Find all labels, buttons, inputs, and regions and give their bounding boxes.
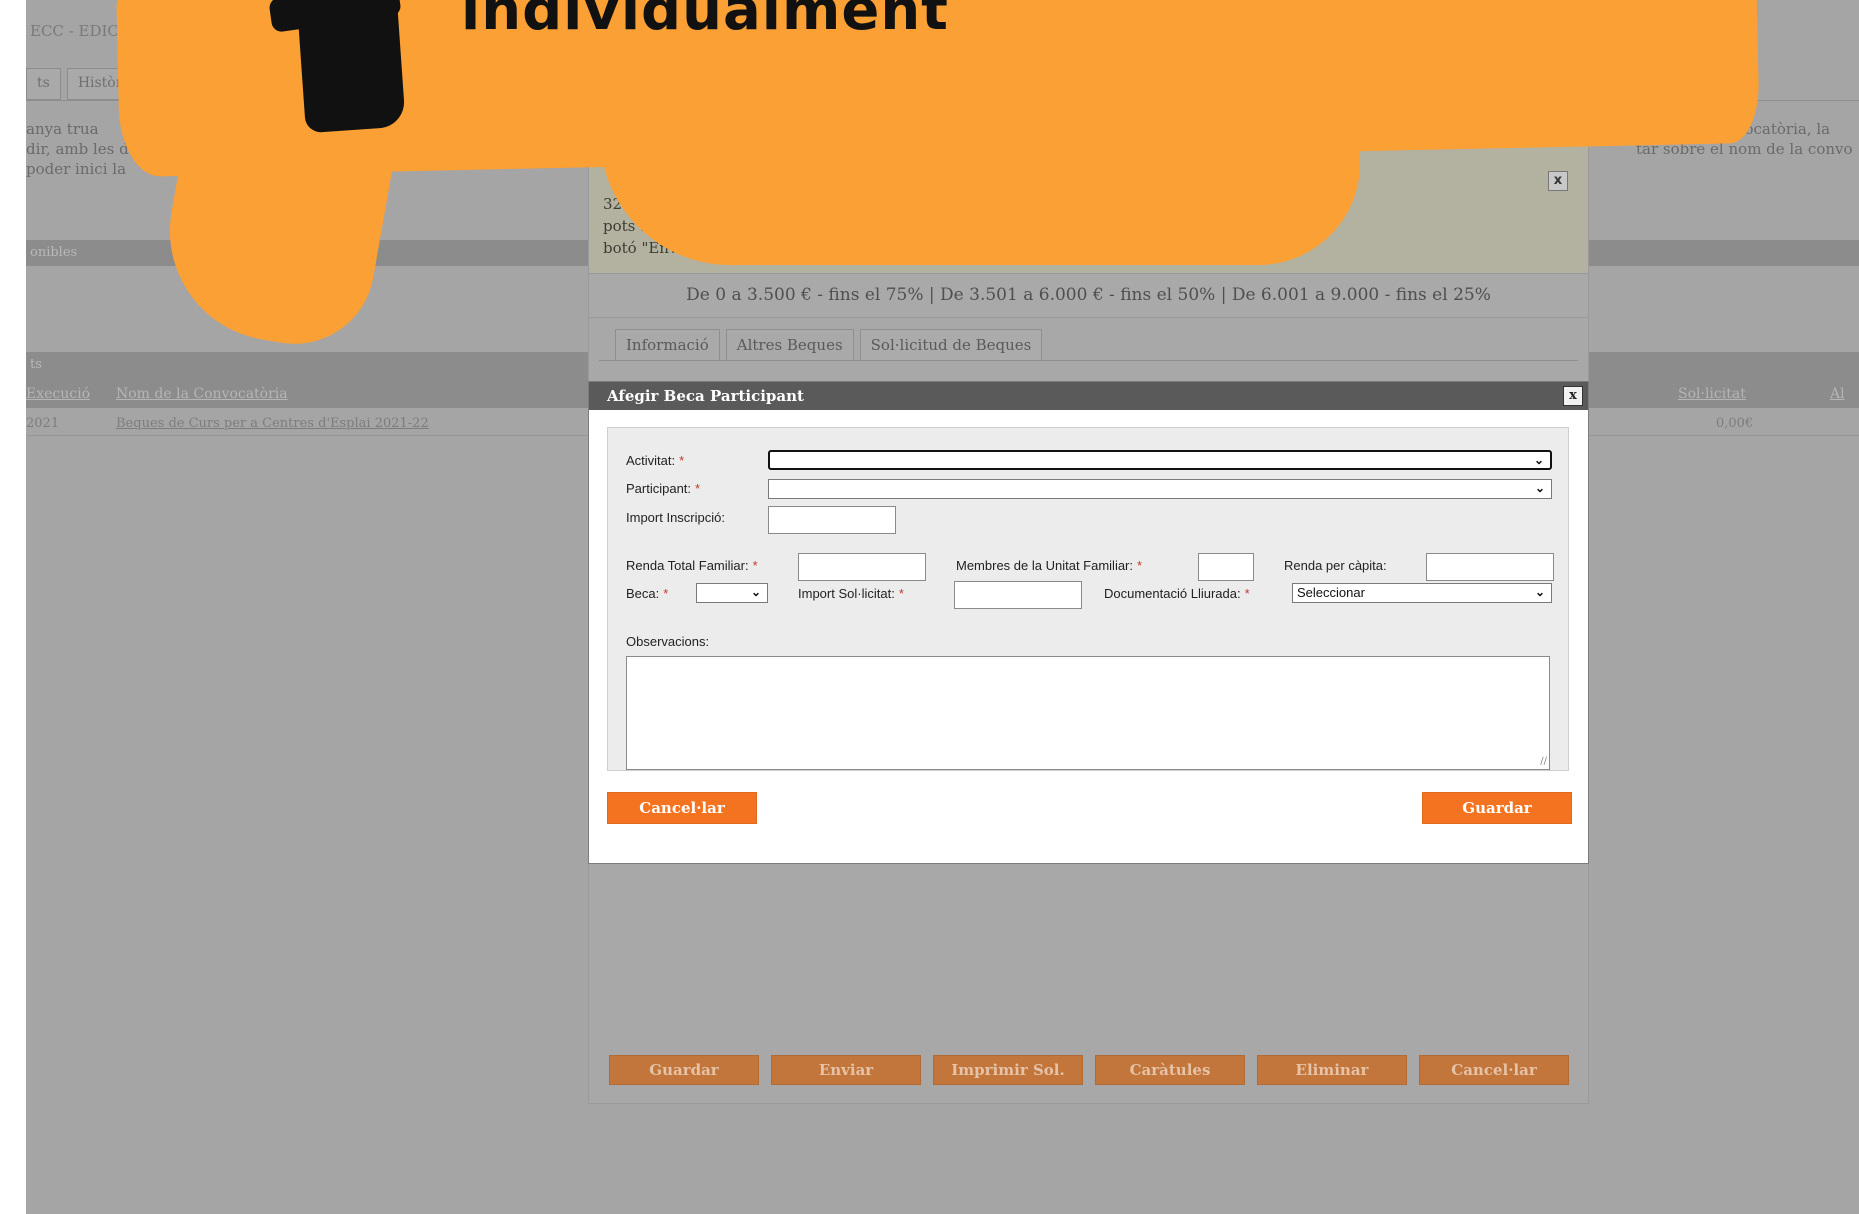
guardar-button[interactable]: Guardar bbox=[609, 1055, 759, 1085]
documentacio-label: Documentació Lliurada: * bbox=[1104, 586, 1250, 601]
outer-close-icon[interactable]: x bbox=[1548, 171, 1568, 191]
outer-cancel-button[interactable]: Cancel·lar bbox=[1419, 1055, 1569, 1085]
participant-select[interactable]: ⌄ bbox=[768, 479, 1552, 499]
import-inscripcio-input[interactable] bbox=[768, 506, 896, 534]
banner-heading: individualment bbox=[461, 0, 949, 43]
caratules-button[interactable]: Caràtules bbox=[1095, 1055, 1245, 1085]
scholarship-range-text: De 0 a 3.500 € - fins el 75% | De 3.501 … bbox=[589, 273, 1588, 318]
column-header-nom[interactable]: Nom de la Convocatòria bbox=[116, 386, 288, 402]
bg-text-line: anya trua bbox=[26, 120, 99, 138]
import-sollicitat-label: Import Sol·licitat: * bbox=[798, 586, 904, 601]
modal-title: Afegir Beca Participant bbox=[607, 387, 804, 405]
tab-sollicitud-beques[interactable]: Sol·licitud de Beques bbox=[859, 329, 1043, 361]
import-inscripcio-label: Import Inscripció: bbox=[626, 510, 725, 525]
modal-close-icon[interactable]: x bbox=[1563, 386, 1583, 406]
bg-text-line: dir, amb les d bbox=[26, 140, 129, 158]
beca-select[interactable]: ⌄ bbox=[696, 583, 768, 603]
form-panel: Activitat: * ⌄ Participant: * ⌄ Import Ins… bbox=[607, 427, 1569, 771]
chevron-down-icon: ⌄ bbox=[750, 585, 761, 599]
import-sollicitat-input[interactable] bbox=[954, 581, 1082, 609]
outer-button-bar: Guardar Enviar Imprimir Sol. Caràtules E… bbox=[609, 1055, 1569, 1085]
renda-total-input[interactable] bbox=[798, 553, 926, 581]
observacions-textarea[interactable]: ∕∕ bbox=[626, 656, 1550, 770]
documentacio-value: Seleccionar bbox=[1297, 585, 1365, 600]
row-year: 2021 bbox=[26, 416, 60, 431]
membres-input[interactable] bbox=[1198, 553, 1254, 581]
imprimir-button[interactable]: Imprimir Sol. bbox=[933, 1055, 1083, 1085]
modal-header: Afegir Beca Participant x bbox=[589, 382, 1588, 410]
eliminar-button[interactable]: Eliminar bbox=[1257, 1055, 1407, 1085]
outer-tab-divider bbox=[599, 360, 1578, 361]
brush-number-stroke bbox=[294, 0, 406, 134]
section-label: ts bbox=[30, 357, 42, 372]
beca-label: Beca: * bbox=[626, 586, 669, 601]
renda-capita-label: Renda per càpita: bbox=[1284, 558, 1387, 573]
app-title: ECC - EDICI bbox=[30, 22, 125, 40]
resize-handle-icon[interactable]: ∕∕ bbox=[1540, 756, 1547, 767]
membres-label: Membres de la Unitat Familiar: * bbox=[956, 558, 1143, 573]
renda-capita-input[interactable] bbox=[1426, 553, 1554, 581]
activitat-select[interactable]: ⌄ bbox=[768, 450, 1552, 470]
column-header-execucio[interactable]: Execució bbox=[26, 386, 90, 402]
chevron-down-icon: ⌄ bbox=[1533, 453, 1544, 467]
renda-total-label: Renda Total Familiar: * bbox=[626, 558, 758, 573]
row-convocatoria-link[interactable]: Beques de Curs per a Centres d'Esplai 20… bbox=[116, 416, 429, 431]
tab-informacio[interactable]: Informació bbox=[615, 329, 720, 361]
bg-tab-1[interactable]: ts bbox=[26, 68, 61, 100]
column-header-sollicitat[interactable]: Sol·licitat bbox=[1678, 386, 1746, 402]
column-header-al[interactable]: Al bbox=[1830, 386, 1845, 402]
observacions-label: Observacions: bbox=[626, 634, 710, 649]
cancel-button[interactable]: Cancel·lar bbox=[607, 792, 757, 824]
chevron-down-icon: ⌄ bbox=[1534, 585, 1545, 599]
documentacio-select[interactable]: Seleccionar ⌄ bbox=[1292, 583, 1552, 603]
bg-text-line: poder inici la bbox=[26, 160, 127, 178]
section-label: onibles bbox=[30, 245, 78, 260]
outer-tabs: Informació Altres Beques Sol·licitud de … bbox=[615, 329, 1043, 361]
enviar-button[interactable]: Enviar bbox=[771, 1055, 921, 1085]
chevron-down-icon: ⌄ bbox=[1534, 481, 1545, 495]
participant-label: Participant: * bbox=[626, 481, 701, 496]
row-amount: 0,00€ bbox=[1716, 416, 1754, 431]
save-button[interactable]: Guardar bbox=[1422, 792, 1572, 824]
tab-altres-beques[interactable]: Altres Beques bbox=[725, 329, 854, 361]
activitat-label: Activitat: * bbox=[626, 453, 685, 468]
add-scholarship-modal: Afegir Beca Participant x Activitat: * ⌄ … bbox=[588, 381, 1589, 864]
